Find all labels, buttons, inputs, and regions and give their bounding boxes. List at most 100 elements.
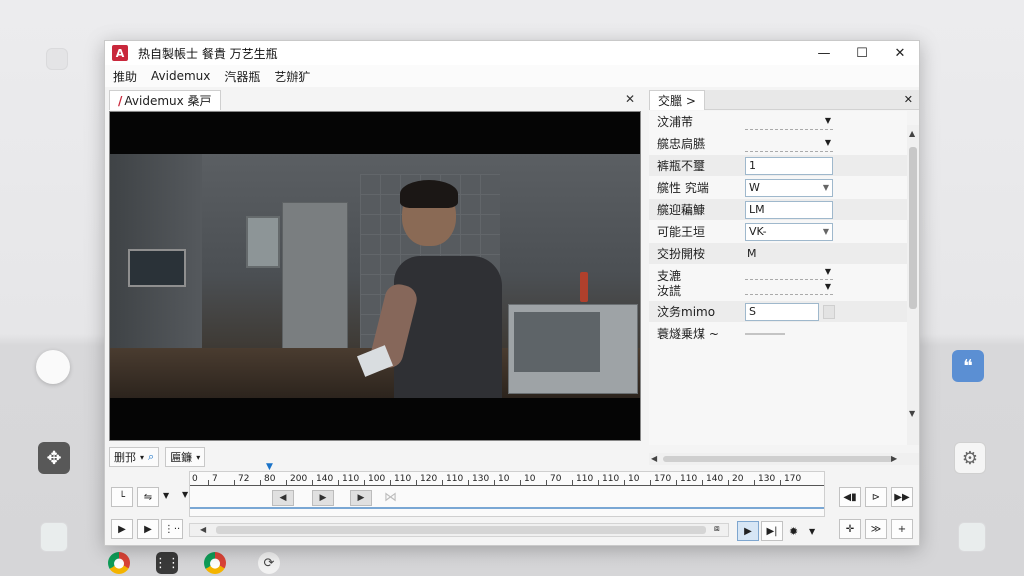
timeline-tick-mark — [546, 480, 547, 485]
sync-icon[interactable]: ⟳ — [258, 552, 280, 574]
prop-label: 艞迎藊鱇 — [657, 203, 706, 217]
prop-row: 蓑燧乗煤 ~ — [649, 323, 907, 344]
prop-dropdown[interactable]: ▼ — [745, 136, 833, 152]
chat-icon[interactable]: ❝ — [952, 350, 984, 382]
timeline-tick-label: 10 — [628, 474, 640, 484]
properties-body: 汶浦芾 ▼ 艞忠扃臙 ▼ 裤瓶不璽 1 艞性 究端 W ▼ 艞迎藊鱇 LM 可能王… — [649, 111, 907, 445]
prop-label: 汶务mimo — [657, 305, 716, 319]
scrollbar-thumb[interactable] — [663, 456, 893, 462]
range-button[interactable]: ⋮·· — [161, 519, 183, 539]
scroll-down-icon[interactable]: ▼ — [909, 409, 915, 418]
gear-icon[interactable]: ⚙ — [954, 442, 986, 474]
chevron-down-icon: ▼ — [824, 267, 831, 276]
prop-label: 艞忠扃臙 — [657, 137, 706, 151]
add-button[interactable]: + — [891, 519, 913, 539]
timeline-scrollbar[interactable]: ◀ ⧈ — [189, 523, 729, 537]
crosshair-button[interactable]: ✛ — [839, 519, 861, 539]
audio-tool-button[interactable]: ⊳ — [865, 487, 887, 507]
video-tab[interactable]: / Avidemux 桑戸 — [109, 90, 221, 110]
prop-input[interactable]: VK- ▼ — [745, 222, 833, 241]
sliders-tool-button[interactable]: ⇋ — [137, 487, 159, 507]
video-preview[interactable] — [109, 111, 641, 441]
prop-input[interactable]: LM — [745, 200, 833, 219]
maximize-button[interactable]: ☐ — [843, 41, 881, 65]
prop-input[interactable]: 1 — [745, 156, 833, 175]
app-launcher-icon[interactable]: ⋮⋮ — [154, 552, 180, 574]
prop-dropdown[interactable]: ▼ — [745, 267, 833, 280]
play-button[interactable]: ▶ — [111, 519, 133, 539]
menu-item-avidemux[interactable]: Avidemux — [151, 67, 210, 85]
prop-input[interactable]: W ▼ — [745, 178, 833, 197]
timeline-tick-label: 200 — [290, 474, 308, 484]
bug-icon[interactable]: ✹ — [789, 525, 798, 538]
filter-combo[interactable]: 匾鐮 ▾ — [165, 447, 206, 467]
preview-play-button[interactable]: ▶ — [312, 490, 334, 506]
chevron-down-icon: ▼ — [824, 137, 831, 147]
menu-item-3[interactable]: 汽器瓶 — [224, 66, 260, 87]
volume-button[interactable]: ◀▮ — [839, 487, 861, 507]
prop-label: 裤瓶不璽 — [657, 159, 706, 173]
menu-item-1[interactable]: 推助 — [113, 66, 137, 87]
next-frame-button[interactable]: ▶ — [137, 519, 159, 539]
step-button[interactable]: ▶| — [761, 521, 783, 541]
mode-combo[interactable]: 删邘 ▾ ⌕ — [109, 447, 160, 467]
fast-forward-button[interactable]: ≫ — [865, 519, 887, 539]
timeline-tick-label: 110 — [576, 474, 594, 484]
timeline-track — [190, 507, 824, 509]
properties-vertical-scrollbar[interactable]: ▲ ▼ — [907, 125, 919, 445]
mark-out-button[interactable]: ▶ — [350, 490, 372, 506]
play-active-button[interactable]: ▶ — [737, 521, 759, 541]
timeline-tick-mark — [312, 480, 313, 485]
playhead-icon[interactable]: ▼ — [266, 462, 273, 472]
chevron-down-icon: ▼ — [824, 282, 831, 291]
prop-row: 交扮開桉 M — [649, 243, 907, 264]
prop-row: 艞性 究端 W ▼ — [649, 177, 907, 198]
prop-input-value: S — [749, 305, 756, 318]
scroll-up-icon[interactable]: ▲ — [909, 129, 915, 138]
timeline-tick-mark — [624, 480, 625, 485]
properties-close-icon[interactable]: ✕ — [904, 93, 913, 106]
chevron-down-icon[interactable]: ▼ — [182, 490, 188, 499]
desktop-shortcut[interactable] — [46, 48, 68, 70]
prop-slider[interactable] — [745, 332, 785, 335]
desktop-widget-circle[interactable] — [36, 350, 70, 384]
skip-forward-button[interactable]: ▶▶ — [891, 487, 913, 507]
close-button[interactable]: ✕ — [881, 41, 919, 65]
chevron-down-icon[interactable]: ▼ — [809, 527, 815, 536]
chevron-down-icon: ▼ — [824, 115, 831, 125]
timeline-tick-label: 110 — [602, 474, 620, 484]
scrollbar-end-button[interactable]: ⧈ — [714, 524, 720, 534]
prop-input-value: VK- — [749, 225, 767, 238]
menu-item-4[interactable]: 艺辦犷 — [274, 66, 310, 87]
grid-icon[interactable]: ✥ — [38, 442, 70, 474]
chrome-icon[interactable]: ● — [108, 552, 130, 574]
desktop-tile[interactable] — [40, 522, 68, 552]
prop-row: 可能王垣 VK- ▼ — [649, 221, 907, 242]
mark-in-button[interactable]: ◀ — [272, 490, 294, 506]
prop-dropdown[interactable]: ▼ — [745, 282, 833, 295]
timeline[interactable]: 0 7 72 80 200 140 110 100 110 120 110 130 10 10 70 110… — [182, 462, 825, 517]
video-tab-icon: / — [118, 93, 123, 108]
chevron-down-icon: ▼ — [822, 183, 829, 192]
prop-browse-button[interactable] — [823, 304, 835, 319]
timeline-tick-label: 130 — [758, 474, 776, 484]
mode-combo-label: 删邘 — [114, 451, 136, 464]
chevron-down-icon[interactable]: ▼ — [163, 491, 169, 500]
scroll-left-icon[interactable]: ◀ — [200, 525, 206, 534]
scrollbar-thumb[interactable] — [216, 526, 706, 534]
timeline-tick-label: 10 — [498, 474, 510, 484]
desktop-tile[interactable] — [958, 522, 986, 552]
prop-input[interactable]: S — [745, 302, 819, 321]
minimize-button[interactable]: — — [805, 41, 843, 65]
timeline-tick-label: 100 — [368, 474, 386, 484]
prop-dropdown[interactable]: ▼ — [745, 114, 833, 130]
properties-horizontal-scrollbar[interactable]: ◀ ▶ — [649, 453, 919, 465]
chrome-icon[interactable]: ● — [204, 552, 226, 574]
scrollbar-thumb[interactable] — [909, 147, 917, 309]
scroll-right-icon[interactable]: ▶ — [891, 454, 897, 463]
properties-tab[interactable]: 交臘 > — [649, 90, 705, 110]
prop-input-value: 1 — [749, 159, 756, 172]
video-panel-close-icon[interactable]: ✕ — [625, 92, 635, 106]
scroll-left-icon[interactable]: ◀ — [651, 454, 657, 463]
corner-tool-button[interactable]: └ — [111, 487, 133, 507]
